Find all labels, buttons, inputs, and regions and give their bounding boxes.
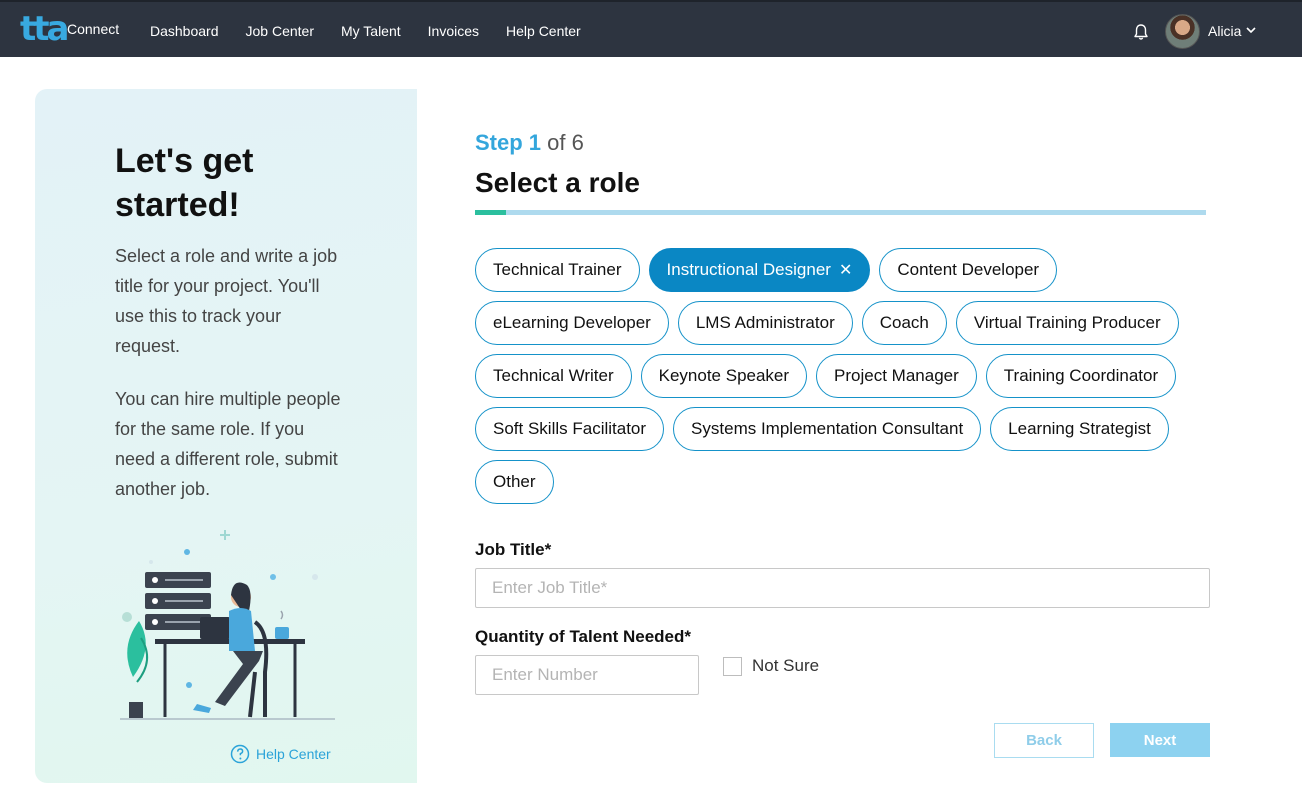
step-progress-bar xyxy=(475,210,1206,215)
question-circle-icon xyxy=(230,744,250,764)
chevron-down-icon[interactable] xyxy=(1246,25,1256,35)
bell-icon[interactable] xyxy=(1132,23,1150,41)
not-sure-checkbox[interactable] xyxy=(723,656,742,676)
role-chip-label: Content Developer xyxy=(897,260,1040,279)
step-indicator: Step 1 of 6 xyxy=(475,130,584,156)
role-chip[interactable]: Coach xyxy=(861,301,947,345)
intro-paragraph-1: Select a role and write a job title for … xyxy=(115,246,338,356)
intro-panel: Let's get started! Select a role and wri… xyxy=(35,89,417,783)
page-title: Select a role xyxy=(475,167,640,198)
logo-text: Connect xyxy=(67,21,120,37)
tta-connect-logo[interactable]: tta Connect xyxy=(20,10,130,50)
role-chip-label: Other xyxy=(493,472,536,491)
role-chip-label: Technical Trainer xyxy=(493,260,622,279)
role-chip-label: eLearning Developer xyxy=(493,313,651,332)
role-chip-label: Project Manager xyxy=(834,366,959,385)
quantity-label: Quantity of Talent Needed* xyxy=(475,627,691,646)
woman-at-desk-illustration xyxy=(120,530,335,720)
role-chip[interactable]: Project Manager xyxy=(816,354,977,398)
intro-title: Let's get started! xyxy=(115,142,254,224)
role-chip[interactable]: Keynote Speaker xyxy=(640,354,808,398)
role-chip[interactable]: LMS Administrator xyxy=(677,301,853,345)
next-button[interactable]: Next xyxy=(1110,723,1210,757)
step-current: Step 1 xyxy=(475,130,542,155)
nav-item-dashboard[interactable]: Dashboard xyxy=(150,23,219,39)
role-chip[interactable]: Soft Skills Facilitator xyxy=(475,407,665,451)
top-navbar: tta Connect Dashboard Job Center My Tale… xyxy=(0,0,1302,57)
role-chip[interactable]: Systems Implementation Consultant xyxy=(673,407,982,451)
role-chip[interactable]: Training Coordinator xyxy=(985,354,1177,398)
nav-item-help-center[interactable]: Help Center xyxy=(506,23,581,39)
help-center-link[interactable]: Help Center xyxy=(230,744,331,764)
role-chip-label: Training Coordinator xyxy=(1003,366,1159,385)
role-chip[interactable]: eLearning Developer xyxy=(475,301,669,345)
job-title-label: Job Title* xyxy=(475,540,552,559)
role-chip[interactable]: Technical Writer xyxy=(475,354,632,398)
role-chip-label: Soft Skills Facilitator xyxy=(493,419,647,438)
quantity-input[interactable] xyxy=(475,655,699,695)
role-chip-label: LMS Administrator xyxy=(695,313,835,332)
job-title-input[interactable] xyxy=(475,568,1210,608)
help-center-label: Help Center xyxy=(256,746,331,762)
back-button[interactable]: Back xyxy=(994,723,1094,758)
role-chip[interactable]: Other xyxy=(475,460,554,504)
role-chip[interactable]: Instructional Designer ✕ xyxy=(648,248,871,292)
role-chip[interactable]: Virtual Training Producer xyxy=(955,301,1179,345)
user-avatar[interactable] xyxy=(1165,14,1200,49)
tta-logo-mark: tta xyxy=(20,9,69,49)
role-chip-label: Technical Writer xyxy=(493,366,614,385)
main-nav: Dashboard Job Center My Talent Invoices … xyxy=(150,23,608,39)
intro-paragraph-2: You can hire multiple people for the sam… xyxy=(115,389,341,499)
nav-item-invoices[interactable]: Invoices xyxy=(428,23,479,39)
role-chip-label: Virtual Training Producer xyxy=(973,313,1161,332)
step-total: of 6 xyxy=(547,130,584,155)
not-sure-label: Not Sure xyxy=(752,656,820,675)
role-chip-label: Learning Strategist xyxy=(1008,419,1151,438)
role-chip-label: Instructional Designer xyxy=(666,260,831,279)
role-chip-label: Keynote Speaker xyxy=(658,366,790,385)
nav-item-job-center[interactable]: Job Center xyxy=(246,23,314,39)
not-sure-option[interactable]: Not Sure xyxy=(723,656,819,676)
role-chip-group: Technical Trainer Instructional Designer ✕… xyxy=(475,248,1235,504)
role-chip-label: Coach xyxy=(879,313,929,332)
role-chip[interactable]: Learning Strategist xyxy=(990,407,1169,451)
role-chip-label: Systems Implementation Consultant xyxy=(691,419,964,438)
user-name[interactable]: Alicia xyxy=(1208,23,1241,39)
close-icon[interactable]: ✕ xyxy=(839,260,852,280)
step-progress-fill xyxy=(475,210,507,215)
role-chip[interactable]: Content Developer xyxy=(879,248,1058,292)
nav-item-my-talent[interactable]: My Talent xyxy=(341,23,401,39)
role-chip[interactable]: Technical Trainer xyxy=(475,248,640,292)
